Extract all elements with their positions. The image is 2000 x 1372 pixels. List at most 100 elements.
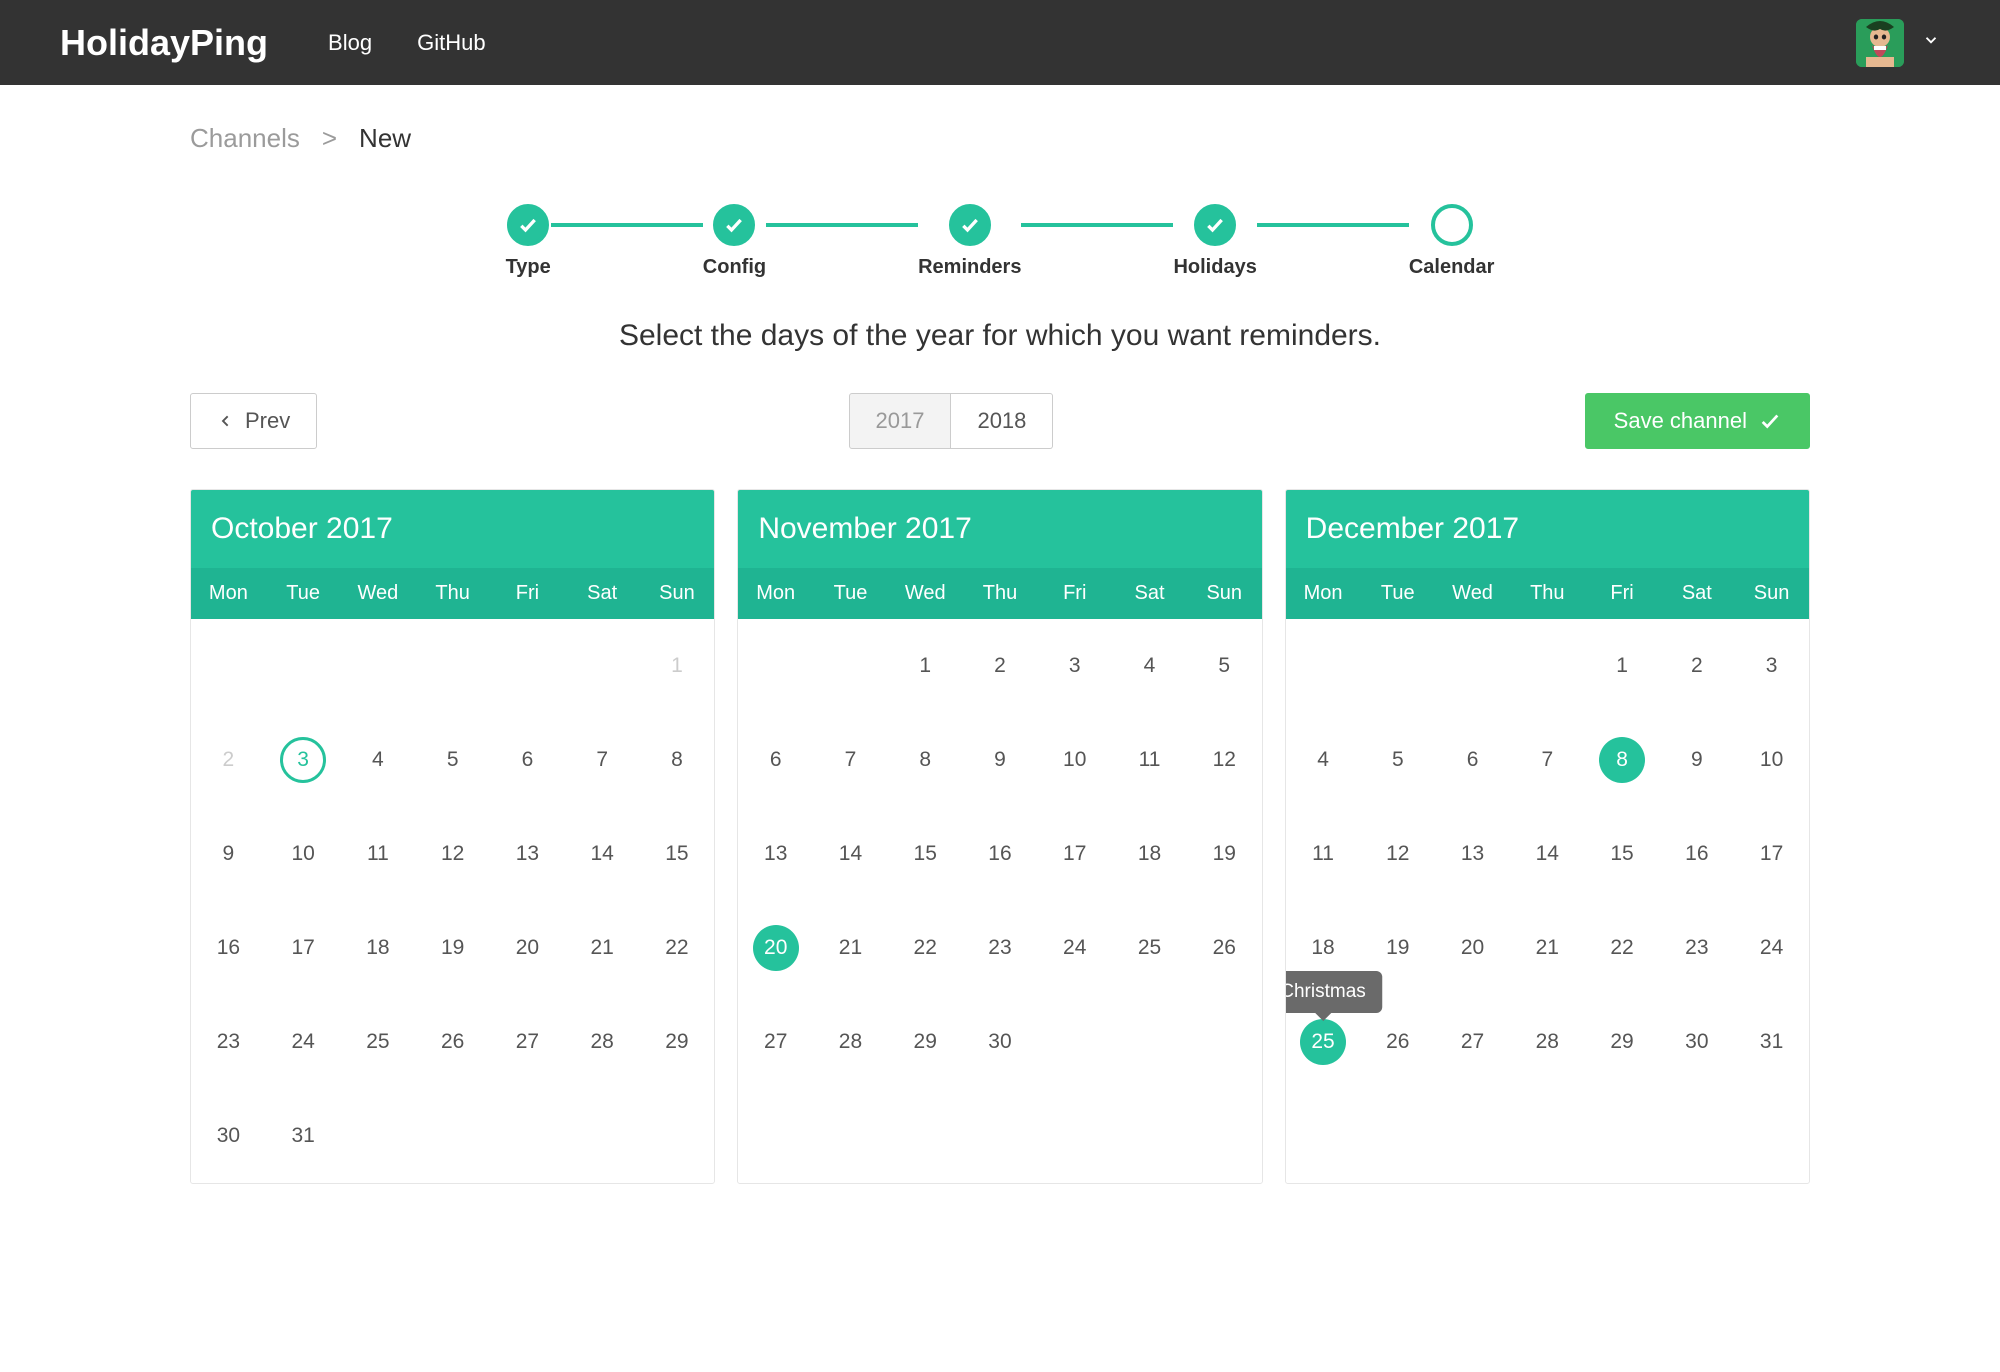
day[interactable]: 27 [753, 1019, 799, 1065]
day[interactable]: 2 [977, 643, 1023, 689]
day[interactable]: 24 [1052, 925, 1098, 971]
day[interactable]: 23 [977, 925, 1023, 971]
day[interactable]: 5 [1375, 737, 1421, 783]
day[interactable]: 8 [902, 737, 948, 783]
day[interactable]: 3 [280, 737, 326, 783]
day[interactable]: 21 [579, 925, 625, 971]
day[interactable]: 3 [1749, 643, 1795, 689]
day[interactable]: 20 [1450, 925, 1496, 971]
day[interactable]: 18 [355, 925, 401, 971]
day[interactable]: 1 [654, 643, 700, 689]
day[interactable]: 15 [902, 831, 948, 877]
day[interactable]: 25 [1127, 925, 1173, 971]
day[interactable]: 17 [1052, 831, 1098, 877]
day[interactable]: 28 [579, 1019, 625, 1065]
app-brand[interactable]: HolidayPing [60, 22, 268, 64]
day[interactable]: 8 [654, 737, 700, 783]
day[interactable]: 14 [1524, 831, 1570, 877]
day[interactable]: 6 [1450, 737, 1496, 783]
day[interactable]: 12 [1375, 831, 1421, 877]
save-channel-button[interactable]: Save channel [1585, 393, 1810, 449]
day[interactable]: 22 [654, 925, 700, 971]
day[interactable]: 21 [1524, 925, 1570, 971]
day[interactable]: 26 [1201, 925, 1247, 971]
day[interactable]: 20 [504, 925, 550, 971]
day[interactable]: 7 [827, 737, 873, 783]
day[interactable]: 29 [654, 1019, 700, 1065]
day[interactable]: 11 [1300, 831, 1346, 877]
day[interactable]: 13 [753, 831, 799, 877]
day[interactable]: 27 [504, 1019, 550, 1065]
day[interactable]: 11 [355, 831, 401, 877]
user-menu-chevron-icon[interactable] [1922, 31, 1940, 54]
day[interactable]: 15 [654, 831, 700, 877]
day[interactable]: 25 [1300, 1019, 1346, 1065]
day[interactable]: 2 [1674, 643, 1720, 689]
day[interactable]: 7 [579, 737, 625, 783]
day[interactable]: 13 [1450, 831, 1496, 877]
day[interactable]: 22 [1599, 925, 1645, 971]
day[interactable]: 10 [1749, 737, 1795, 783]
day[interactable]: 16 [1674, 831, 1720, 877]
year-button-2018[interactable]: 2018 [951, 393, 1053, 449]
day[interactable]: 6 [504, 737, 550, 783]
day[interactable]: 17 [280, 925, 326, 971]
day[interactable]: 30 [205, 1113, 251, 1159]
day[interactable]: 3 [1052, 643, 1098, 689]
day[interactable]: 22 [902, 925, 948, 971]
day[interactable]: 9 [1674, 737, 1720, 783]
day[interactable]: 26 [1375, 1019, 1421, 1065]
breadcrumb-parent[interactable]: Channels [190, 123, 300, 154]
day[interactable]: 6 [753, 737, 799, 783]
day[interactable]: 18 [1300, 925, 1346, 971]
day[interactable]: 12 [1201, 737, 1247, 783]
day[interactable]: 1 [902, 643, 948, 689]
nav-link-blog[interactable]: Blog [328, 30, 372, 56]
day[interactable]: 7 [1524, 737, 1570, 783]
day[interactable]: 10 [1052, 737, 1098, 783]
day[interactable]: 20 [753, 925, 799, 971]
day[interactable]: 11 [1127, 737, 1173, 783]
day[interactable]: 9 [977, 737, 1023, 783]
day[interactable]: 23 [205, 1019, 251, 1065]
day[interactable]: 2 [205, 737, 251, 783]
day[interactable]: 5 [1201, 643, 1247, 689]
day[interactable]: 29 [1599, 1019, 1645, 1065]
step-type[interactable]: Type [506, 204, 551, 279]
step-reminders[interactable]: Reminders [918, 204, 1021, 279]
day[interactable]: 19 [1375, 925, 1421, 971]
day[interactable]: 23 [1674, 925, 1720, 971]
day[interactable]: 4 [1300, 737, 1346, 783]
day[interactable]: 17 [1749, 831, 1795, 877]
day[interactable]: 18 [1127, 831, 1173, 877]
year-button-2017[interactable]: 2017 [849, 393, 952, 449]
day[interactable]: 19 [1201, 831, 1247, 877]
day[interactable]: 27 [1450, 1019, 1496, 1065]
day[interactable]: 4 [355, 737, 401, 783]
day[interactable]: 4 [1127, 643, 1173, 689]
day[interactable]: 10 [280, 831, 326, 877]
day[interactable]: 28 [1524, 1019, 1570, 1065]
day[interactable]: 29 [902, 1019, 948, 1065]
day[interactable]: 5 [430, 737, 476, 783]
day[interactable]: 28 [827, 1019, 873, 1065]
day[interactable]: 31 [280, 1113, 326, 1159]
day[interactable]: 13 [504, 831, 550, 877]
avatar[interactable] [1856, 19, 1904, 67]
step-config[interactable]: Config [703, 204, 766, 279]
day[interactable]: 16 [977, 831, 1023, 877]
step-holidays[interactable]: Holidays [1173, 204, 1256, 279]
day[interactable]: 8 [1599, 737, 1645, 783]
day[interactable]: 31 [1749, 1019, 1795, 1065]
day[interactable]: 24 [280, 1019, 326, 1065]
day[interactable]: 26 [430, 1019, 476, 1065]
day[interactable]: 1 [1599, 643, 1645, 689]
day[interactable]: 9 [205, 831, 251, 877]
day[interactable]: 19 [430, 925, 476, 971]
day[interactable]: 16 [205, 925, 251, 971]
day[interactable]: 24 [1749, 925, 1795, 971]
day[interactable]: 30 [977, 1019, 1023, 1065]
day[interactable]: 21 [827, 925, 873, 971]
prev-button[interactable]: Prev [190, 393, 317, 449]
day[interactable]: 30 [1674, 1019, 1720, 1065]
